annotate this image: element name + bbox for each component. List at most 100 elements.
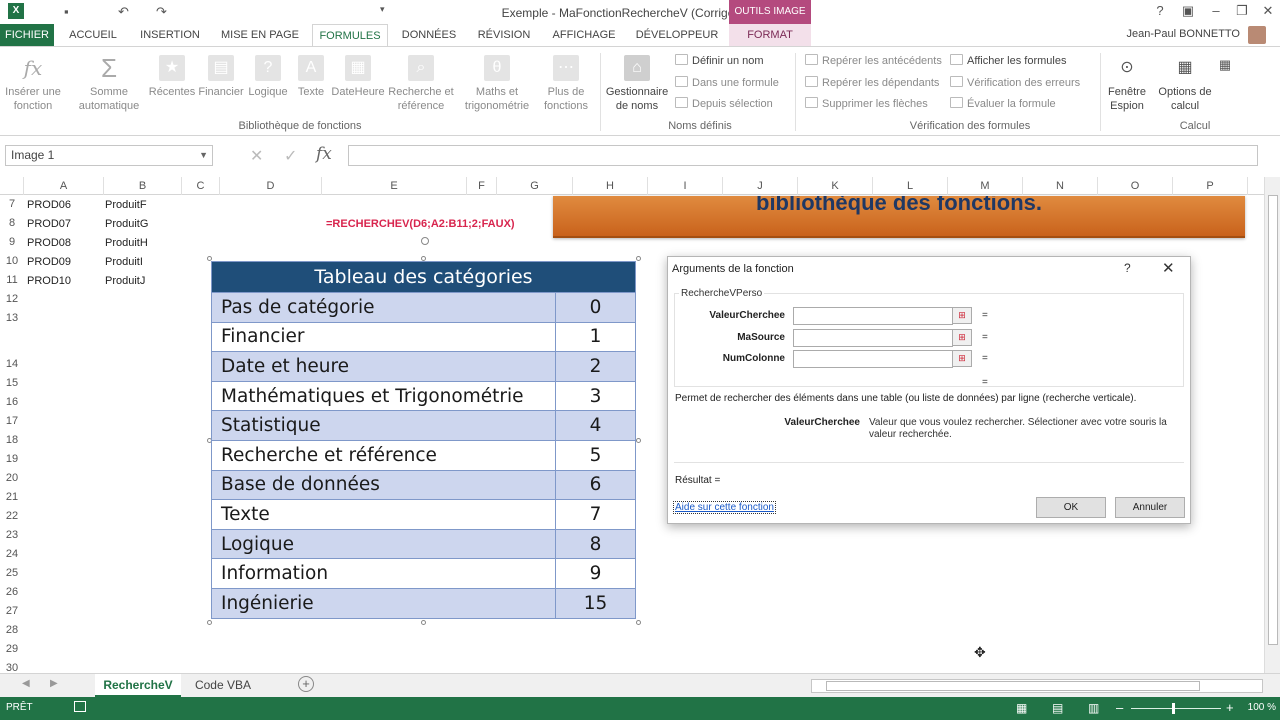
tab-formulas[interactable]: FORMULES xyxy=(312,24,388,46)
rotate-handle[interactable] xyxy=(421,237,429,245)
vertical-scroll-thumb[interactable] xyxy=(1268,195,1278,645)
lookup-functions-button[interactable]: ⌕ Recherche et référence xyxy=(387,55,455,113)
column-header-a[interactable]: A xyxy=(24,177,104,195)
masource-input[interactable] xyxy=(793,329,953,347)
cell-a7[interactable]: PROD06 xyxy=(27,199,71,211)
watch-window-button[interactable]: ⊙ Fenêtre Espion xyxy=(1104,55,1150,113)
column-header-h[interactable]: H xyxy=(573,177,648,195)
category-table-image[interactable]: Tableau des catégories Pas de catégorie 0… xyxy=(211,261,636,619)
chevron-down-icon[interactable]: ▼ xyxy=(199,146,208,165)
tab-format[interactable]: FORMAT xyxy=(729,24,811,46)
page-layout-view-icon[interactable]: ▤ xyxy=(1052,701,1063,715)
scroll-sheets-right-icon[interactable]: ▶ xyxy=(50,678,58,689)
orange-banner-shape[interactable]: bibliothèque des fonctions. xyxy=(553,196,1245,238)
scroll-sheets-left-icon[interactable]: ◀ xyxy=(22,678,30,689)
autosum-button[interactable]: Σ Somme automatique xyxy=(70,55,148,113)
dialog-close-button[interactable]: ✕ xyxy=(1162,259,1175,277)
row-header[interactable]: 13 xyxy=(0,312,24,324)
column-header-c[interactable]: C xyxy=(182,177,220,195)
dialog-help-button[interactable]: ? xyxy=(1124,261,1131,275)
sheet-tab-recherchev[interactable]: RechercheV xyxy=(95,674,181,697)
name-box[interactable]: Image 1 ▼ xyxy=(5,145,213,166)
row-header[interactable]: 27 xyxy=(0,605,24,617)
column-header-k[interactable]: K xyxy=(798,177,873,195)
resize-handle[interactable] xyxy=(636,438,641,443)
row-header[interactable]: 12 xyxy=(0,293,24,305)
recent-functions-button[interactable]: ★ Récentes xyxy=(147,55,197,99)
error-checking-button[interactable]: Vérification des erreurs xyxy=(950,76,1080,89)
zoom-out-icon[interactable]: – xyxy=(1116,700,1123,715)
tab-home[interactable]: ACCUEIL xyxy=(62,24,124,46)
normal-view-icon[interactable]: ▦ xyxy=(1016,701,1027,715)
zoom-slider-thumb[interactable] xyxy=(1172,703,1175,714)
cell-b10[interactable]: ProduitI xyxy=(105,256,143,268)
column-header-b[interactable]: B xyxy=(104,177,182,195)
calc-options-button[interactable]: ▦ Options de calcul xyxy=(1152,55,1218,113)
resize-handle[interactable] xyxy=(421,620,426,625)
column-header-g[interactable]: G xyxy=(497,177,573,195)
cell-a9[interactable]: PROD08 xyxy=(27,237,71,249)
trace-dependents-button[interactable]: Repérer les dépendants xyxy=(805,76,939,89)
column-header-e[interactable]: E xyxy=(322,177,467,195)
column-header-j[interactable]: J xyxy=(723,177,798,195)
zoom-in-icon[interactable]: + xyxy=(1226,700,1234,715)
cell-a8[interactable]: PROD07 xyxy=(27,218,71,230)
page-break-view-icon[interactable]: ▥ xyxy=(1088,701,1099,715)
row-header[interactable]: 28 xyxy=(0,624,24,636)
numcolonne-input[interactable] xyxy=(793,350,953,368)
valeurcherchee-input[interactable] xyxy=(793,307,953,325)
row-header[interactable]: 9 xyxy=(0,236,24,248)
evaluate-formula-button[interactable]: Évaluer la formule xyxy=(950,97,1056,110)
tab-page-layout[interactable]: MISE EN PAGE xyxy=(216,24,304,46)
row-header[interactable]: 14 xyxy=(0,358,24,370)
row-header[interactable]: 16 xyxy=(0,396,24,408)
row-header[interactable]: 23 xyxy=(0,529,24,541)
close-icon[interactable]: ✕ xyxy=(1258,3,1278,19)
column-header-p[interactable]: P xyxy=(1173,177,1248,195)
resize-handle[interactable] xyxy=(636,256,641,261)
tab-developer[interactable]: DÉVELOPPEUR xyxy=(632,24,722,46)
insert-function-button[interactable]: fx Insérer une fonction xyxy=(2,55,64,113)
macro-record-icon[interactable] xyxy=(74,701,86,712)
define-name-button[interactable]: Définir un nom xyxy=(675,54,764,67)
resize-handle[interactable] xyxy=(636,620,641,625)
cell-a11[interactable]: PROD10 xyxy=(27,275,71,287)
enter-check-icon[interactable]: ✓ xyxy=(284,146,297,166)
row-header[interactable]: 10 xyxy=(0,255,24,267)
cancel-button[interactable]: Annuler xyxy=(1115,497,1185,518)
calculate-now-button[interactable]: ▦ xyxy=(1214,57,1236,77)
tab-data[interactable]: DONNÉES xyxy=(396,24,462,46)
row-header[interactable]: 29 xyxy=(0,643,24,655)
avatar[interactable] xyxy=(1248,26,1266,44)
text-functions-button[interactable]: A Texte xyxy=(294,55,328,99)
row-header[interactable]: 15 xyxy=(0,377,24,389)
math-functions-button[interactable]: θ Maths et trigonométrie xyxy=(456,55,538,113)
zoom-level[interactable]: 100 % xyxy=(1248,702,1276,713)
cell-a10[interactable]: PROD09 xyxy=(27,256,71,268)
cancel-icon[interactable]: ✕ xyxy=(250,146,263,166)
cell-b9[interactable]: ProduitH xyxy=(105,237,148,249)
create-from-selection-button[interactable]: Depuis sélection xyxy=(675,97,773,110)
row-header[interactable]: 17 xyxy=(0,415,24,427)
cell-b11[interactable]: ProduitJ xyxy=(105,275,145,287)
row-header[interactable]: 8 xyxy=(0,217,24,229)
range-collapse-icon[interactable]: ⊞ xyxy=(952,350,972,367)
maximize-icon[interactable]: ❐ xyxy=(1232,3,1252,19)
column-header-f[interactable]: F xyxy=(467,177,497,195)
row-header[interactable]: 19 xyxy=(0,453,24,465)
row-header[interactable]: 24 xyxy=(0,548,24,560)
help-icon[interactable]: ? xyxy=(1150,3,1170,18)
show-formulas-button[interactable]: Afficher les formules xyxy=(950,54,1066,67)
resize-handle[interactable] xyxy=(207,620,212,625)
sheet-tab-code-vba[interactable]: Code VBA xyxy=(184,674,262,697)
ok-button[interactable]: OK xyxy=(1036,497,1106,518)
row-header[interactable]: 18 xyxy=(0,434,24,446)
column-header-i[interactable]: I xyxy=(648,177,723,195)
zoom-slider[interactable] xyxy=(1131,708,1221,709)
tab-view[interactable]: AFFICHAGE xyxy=(546,24,622,46)
range-collapse-icon[interactable]: ⊞ xyxy=(952,307,972,324)
financial-functions-button[interactable]: ▤ Financier xyxy=(196,55,246,99)
column-header-m[interactable]: M xyxy=(948,177,1023,195)
vertical-scrollbar[interactable] xyxy=(1264,177,1280,673)
user-name[interactable]: Jean-Paul BONNETTO xyxy=(1126,28,1240,40)
